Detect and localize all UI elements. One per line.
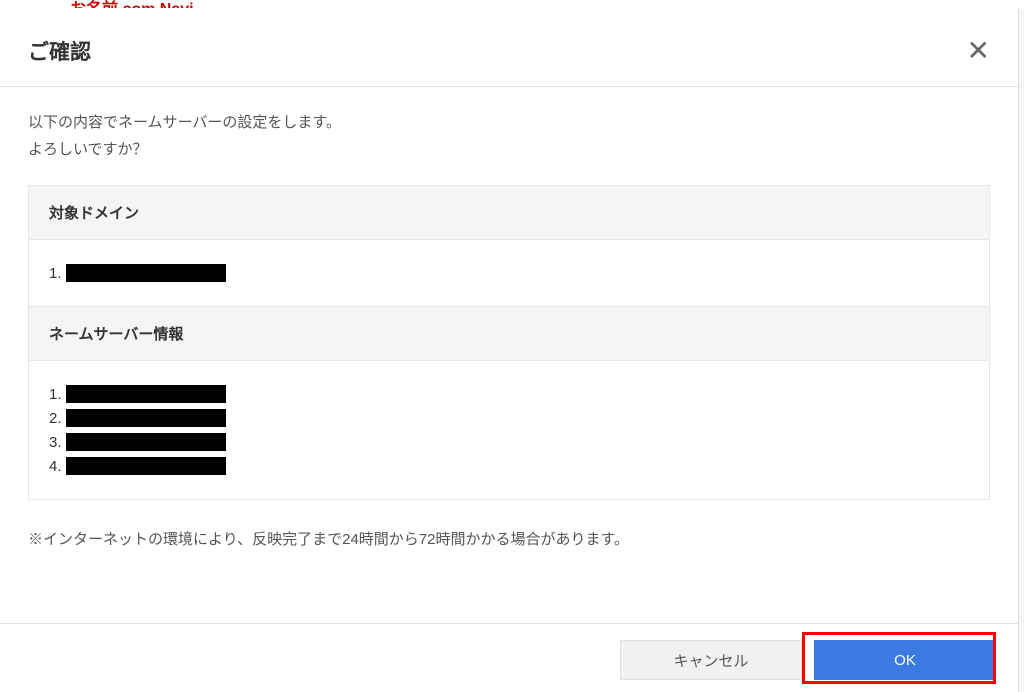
- nameserver-header: ネームサーバー情報: [29, 306, 989, 361]
- confirm-line-2: よろしいですか？: [28, 136, 990, 163]
- item-number: 2.: [49, 411, 62, 426]
- item-number: 1.: [49, 387, 62, 402]
- modal-title: ご確認: [28, 36, 91, 66]
- redacted-value: [66, 409, 226, 427]
- redacted-value: [66, 385, 226, 403]
- list-item: 4.: [49, 457, 969, 475]
- modal-header: ご確認 ✕: [0, 8, 1018, 87]
- cancel-button[interactable]: キャンセル: [620, 640, 802, 680]
- modal-footer: キャンセル OK: [0, 623, 1018, 692]
- list-item: 3.: [49, 433, 969, 451]
- confirm-message: 以下の内容でネームサーバーの設定をします。 よろしいですか？: [28, 109, 990, 163]
- modal-body: 以下の内容でネームサーバーの設定をします。 よろしいですか？ 対象ドメイン 1.…: [0, 87, 1018, 623]
- note-text: ※インターネットの環境により、反映完了まで24時間から72時間かかる場合がありま…: [28, 528, 990, 549]
- item-number: 1.: [49, 266, 62, 281]
- cancel-label: キャンセル: [673, 650, 748, 671]
- item-number: 3.: [49, 435, 62, 450]
- nameserver-content: 1. 2. 3. 4.: [29, 361, 989, 499]
- item-number: 4.: [49, 459, 62, 474]
- confirm-line-1: 以下の内容でネームサーバーの設定をします。: [28, 109, 990, 136]
- ok-button[interactable]: OK: [814, 640, 996, 680]
- redacted-value: [66, 433, 226, 451]
- settings-section: 対象ドメイン 1. ネームサーバー情報 1. 2. 3.: [28, 185, 990, 500]
- confirm-modal: ご確認 ✕ 以下の内容でネームサーバーの設定をします。 よろしいですか？ 対象ド…: [0, 8, 1019, 692]
- close-icon[interactable]: ✕: [967, 37, 990, 65]
- list-item: 1.: [49, 264, 969, 282]
- redacted-value: [66, 264, 226, 282]
- target-domain-content: 1.: [29, 240, 989, 306]
- list-item: 1.: [49, 385, 969, 403]
- ok-label: OK: [894, 652, 916, 669]
- list-item: 2.: [49, 409, 969, 427]
- target-domain-header: 対象ドメイン: [29, 186, 989, 240]
- redacted-value: [66, 457, 226, 475]
